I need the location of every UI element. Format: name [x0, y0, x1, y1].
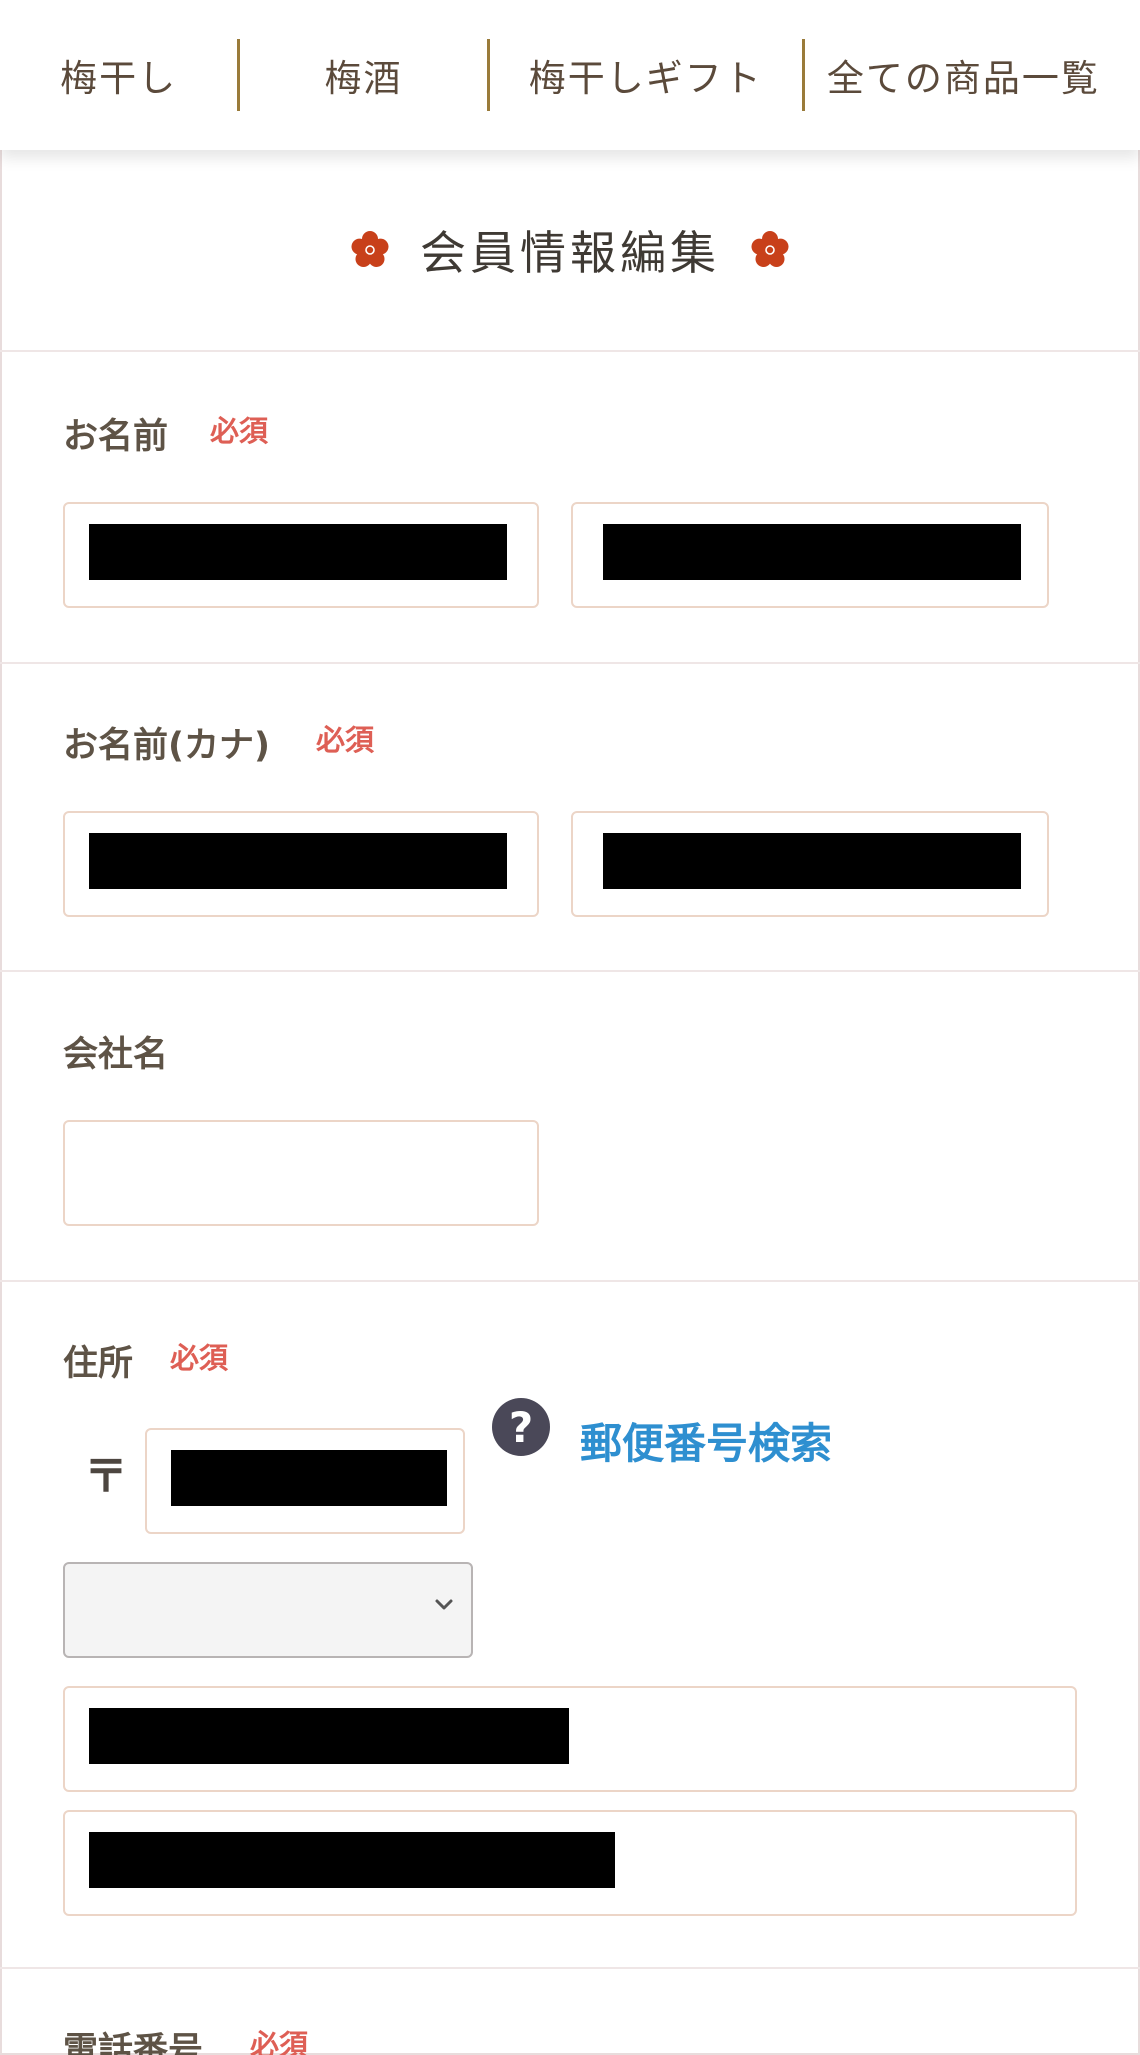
section-divider	[0, 1967, 1140, 1969]
name-label: お名前	[63, 417, 169, 457]
redacted-value	[89, 524, 507, 580]
address-line2-input[interactable]	[63, 1810, 1077, 1916]
page-title-row: 会員情報編集	[0, 150, 1140, 350]
redacted-value	[603, 524, 1021, 580]
prefecture-select[interactable]	[63, 1562, 473, 1658]
postal-code-search-link[interactable]: 郵便番号検索	[580, 1410, 832, 1471]
redacted-value	[89, 1832, 615, 1888]
address-line1-input[interactable]	[63, 1686, 1077, 1792]
section-divider	[0, 350, 1140, 352]
company-label: 会社名	[63, 1035, 169, 1075]
last-name-input[interactable]	[63, 502, 539, 608]
postal-mark: 〒	[84, 1451, 128, 1502]
redacted-value	[171, 1450, 447, 1506]
redacted-value	[89, 1708, 569, 1764]
required-badge: 必須	[250, 2028, 309, 2055]
plum-blossom-icon	[351, 231, 389, 267]
section-divider	[0, 1280, 1140, 1282]
address-label: 住所	[63, 1344, 134, 1384]
plum-blossom-icon	[751, 231, 789, 267]
section-divider	[0, 970, 1140, 972]
required-badge: 必須	[210, 414, 269, 448]
redacted-value	[603, 833, 1021, 889]
company-input[interactable]	[63, 1120, 539, 1226]
name-kana-label: お名前(カナ)	[63, 726, 270, 766]
page-title: 会員情報編集	[420, 226, 720, 280]
nav-item-umeshu[interactable]: 梅酒	[240, 0, 486, 150]
redacted-value	[89, 833, 507, 889]
required-badge: 必須	[316, 723, 375, 757]
nav-item-all-products[interactable]: 全ての商品一覧	[805, 0, 1140, 150]
phone-label: 電話番号	[63, 2031, 204, 2055]
top-nav: 梅干し 梅酒 梅干しギフト 全ての商品一覧	[0, 0, 1140, 150]
nav-item-umeboshi-gift[interactable]: 梅干しギフト	[490, 0, 802, 150]
section-divider	[0, 662, 1140, 664]
chevron-down-icon	[435, 1599, 453, 1610]
help-icon[interactable]: ?	[492, 1398, 550, 1456]
first-name-input[interactable]	[571, 502, 1049, 608]
postal-code-input[interactable]	[145, 1428, 465, 1534]
required-badge: 必須	[170, 1341, 229, 1375]
last-name-kana-input[interactable]	[63, 811, 539, 917]
first-name-kana-input[interactable]	[571, 811, 1049, 917]
nav-item-umeboshi[interactable]: 梅干し	[0, 0, 237, 150]
